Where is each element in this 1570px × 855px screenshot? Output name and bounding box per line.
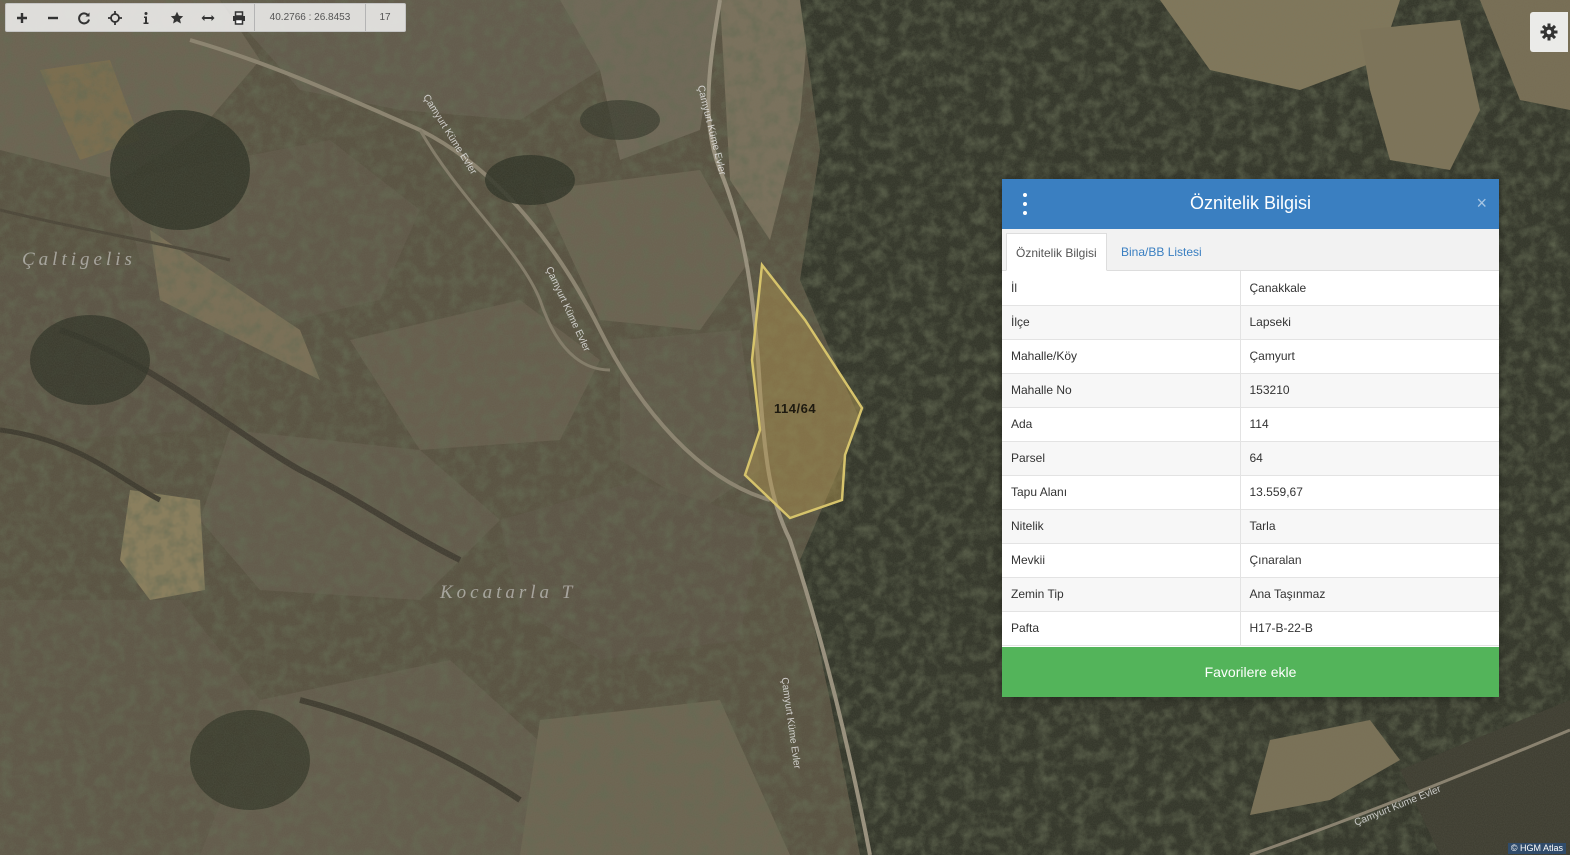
attribute-value: Çamyurt [1240, 339, 1499, 374]
attribute-key: İlçe [1002, 305, 1241, 340]
attribute-value: 153210 [1240, 373, 1499, 408]
panel-tabs: Öznitelik Bilgisi Bina/BB Listesi [1002, 229, 1499, 271]
attribute-value: 64 [1240, 441, 1499, 476]
zoom-level-readout: 17 [365, 4, 404, 31]
attribute-key: Ada [1002, 407, 1241, 442]
tab-attribute-info[interactable]: Öznitelik Bilgisi [1006, 233, 1107, 271]
attribute-key: Tapu Alanı [1002, 475, 1241, 510]
attribute-value: 114 [1240, 407, 1499, 442]
attribute-key: Parsel [1002, 441, 1241, 476]
panel-header: Öznitelik Bilgisi × [1002, 179, 1499, 229]
attribute-key: Zemin Tip [1002, 577, 1241, 612]
table-row: Pafta H17-B-22-B [1002, 611, 1499, 646]
measure-icon [201, 14, 214, 21]
attribute-key: Pafta [1002, 611, 1241, 646]
refresh-button[interactable] [68, 4, 99, 31]
attribute-key: İl [1002, 271, 1241, 306]
favorites-button[interactable] [161, 4, 192, 31]
attribute-key: Mahalle No [1002, 373, 1241, 408]
attribute-key: Nitelik [1002, 509, 1241, 544]
parcel-label: 114/64 [774, 401, 817, 416]
table-row: Mahalle No 153210 [1002, 373, 1499, 408]
print-icon [232, 10, 245, 25]
measure-button[interactable] [192, 4, 223, 31]
table-row: Tapu Alanı 13.559,67 [1002, 475, 1499, 510]
crosshair-icon [107, 10, 122, 25]
attribute-value: Ana Taşınmaz [1240, 577, 1499, 612]
table-row: Ada 114 [1002, 407, 1499, 442]
close-icon[interactable]: × [1476, 193, 1487, 213]
info-icon [143, 11, 148, 24]
add-to-favorites-button[interactable]: Favorilere ekle [1002, 647, 1499, 697]
attribute-value: Tarla [1240, 509, 1499, 544]
attribute-info-panel: Öznitelik Bilgisi × Öznitelik Bilgisi Bi… [1002, 179, 1499, 697]
table-row: Nitelik Tarla [1002, 509, 1499, 544]
attribute-value: H17-B-22-B [1240, 611, 1499, 646]
print-button[interactable] [223, 4, 254, 31]
star-icon [170, 11, 183, 23]
attribute-key: Mahalle/Köy [1002, 339, 1241, 374]
table-row: Zemin Tip Ana Taşınmaz [1002, 577, 1499, 612]
attribute-table: İl Çanakkale İlçe Lapseki Mahalle/Köy Çamyurt… [1002, 271, 1499, 646]
map-attribution[interactable]: © HGM Atlas [1507, 843, 1566, 854]
table-row: İl Çanakkale [1002, 271, 1499, 306]
zoom-out-button[interactable] [37, 4, 68, 31]
tab-building-list[interactable]: Bina/BB Listesi [1112, 233, 1211, 271]
panel-title: Öznitelik Bilgisi [1189, 193, 1312, 213]
table-row: İlçe Lapseki [1002, 305, 1499, 340]
table-row: Parsel 64 [1002, 441, 1499, 476]
map-toolbar: 40.2766 : 26.8453 17 [5, 3, 406, 32]
attribute-key: Mevkii [1002, 543, 1241, 578]
plus-icon [16, 12, 27, 23]
coordinate-readout: 40.2766 : 26.8453 [254, 4, 365, 31]
attribute-value: 13.559,67 [1240, 475, 1499, 510]
gear-icon [1540, 23, 1558, 41]
table-row: Mevkii Çınaralan [1002, 543, 1499, 578]
info-button[interactable] [130, 4, 161, 31]
locate-button[interactable] [99, 4, 130, 31]
place-label: Kocatarla T [440, 582, 577, 603]
zoom-in-button[interactable] [6, 4, 37, 31]
attribute-value: Çınaralan [1240, 543, 1499, 578]
minus-icon [47, 16, 58, 19]
attribute-value: Çanakkale [1240, 271, 1499, 306]
place-label: Çaltigelis [22, 249, 136, 270]
settings-button[interactable] [1530, 12, 1568, 52]
refresh-icon [77, 11, 90, 24]
attribute-value: Lapseki [1240, 305, 1499, 340]
table-row: Mahalle/Köy Çamyurt [1002, 339, 1499, 374]
